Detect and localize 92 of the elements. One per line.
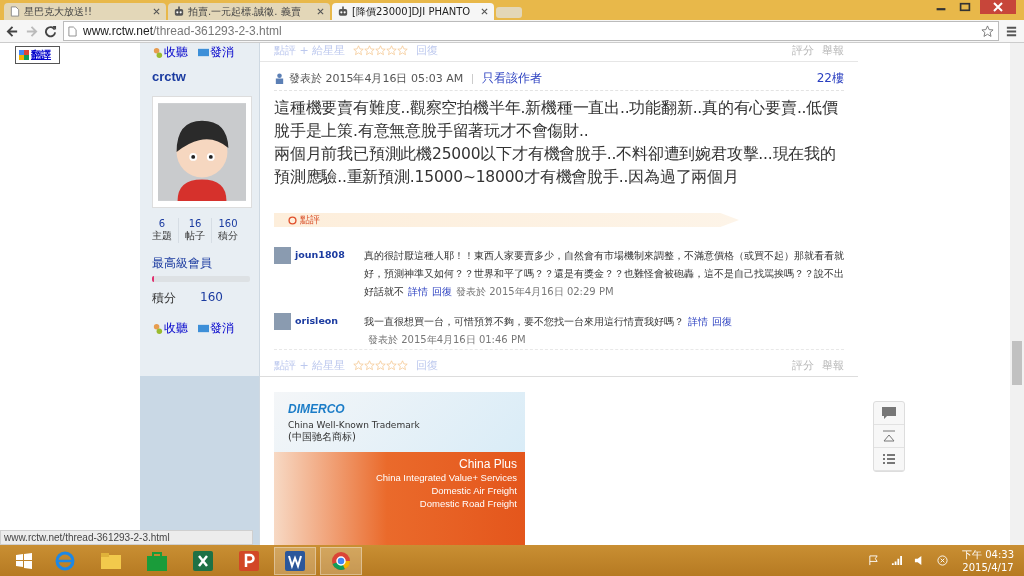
comment-text: 我一直很想買一台，可惜預算不夠，要不您找一台來用這行情賣我好嗎？ 詳情 回復 發表於 2015年4月16日 01:46 PM xyxy=(364,315,733,347)
ad-text: Domestic Road Freight xyxy=(419,497,517,510)
robot-icon xyxy=(174,6,184,17)
comment-text: 真的很討厭這種人耶！！東西人家要賣多少，自然會有市場機制來調整，不滿意價格（或買不起）那就看看就好，預測神準又如何？？世界和平了嗎？？還是有獎金？？也難怪會被砲轟，這不是自己找罵挨嗎？？說不出好話就不 詳情 回復 發表於 2015年4月16日 02:29 PM xyxy=(364,249,844,299)
star-icon[interactable] xyxy=(397,45,409,56)
envelope-icon xyxy=(198,323,209,334)
close-icon[interactable] xyxy=(153,8,160,15)
star-icon[interactable] xyxy=(375,45,387,56)
star-icon[interactable] xyxy=(353,360,365,371)
ad-headline: China Plus xyxy=(458,457,517,471)
ad-text: (中国驰名商标) xyxy=(288,431,357,443)
star-icon[interactable] xyxy=(981,24,994,38)
status-url: www.rctw.net/thread-361293-2-3.html xyxy=(0,530,253,545)
star-rating[interactable] xyxy=(353,45,409,56)
signal-icon[interactable] xyxy=(891,555,902,566)
comment-username[interactable]: orisleon xyxy=(295,315,339,326)
stat-label: 主題 xyxy=(152,229,172,243)
follow-link[interactable]: 收聽 xyxy=(152,44,188,61)
reply-link[interactable]: 回復 xyxy=(712,316,732,327)
post-text: 這種機要賣有難度..觀察空拍機半年.新機種一直出..功能翻新..真的有心要賣..低價脫手是上策.有意無意脫手留著玩才不會傷財.. xyxy=(274,98,839,142)
person-icon xyxy=(152,323,163,334)
comment-username[interactable]: joun1808 xyxy=(295,249,345,260)
follow-link[interactable]: 收聽 xyxy=(152,320,188,337)
address-bar[interactable]: www.rctw.net/thread-361293-2-3.html xyxy=(63,21,999,41)
taskbar-app[interactable] xyxy=(320,546,362,575)
folder-icon xyxy=(101,550,121,571)
document-icon xyxy=(193,550,213,571)
close-icon[interactable] xyxy=(978,0,1018,14)
post-date: 發表於 2015年4月16日 05:03 AM xyxy=(289,71,464,86)
author-name[interactable]: crctw xyxy=(152,69,186,84)
ad-text: China Well-Known Trademark xyxy=(288,419,421,431)
close-icon[interactable] xyxy=(317,8,324,15)
stat-label: 帖子 xyxy=(185,229,205,243)
reply-link[interactable]: 回復 xyxy=(432,286,452,297)
browser-tab[interactable]: [降價23000]DJI PHANTO xyxy=(332,3,494,20)
photo-placeholder xyxy=(274,313,291,330)
photo-placeholder xyxy=(274,247,291,264)
browser-tab[interactable]: 星巴克大放送!! xyxy=(4,3,166,20)
back-icon[interactable] xyxy=(6,24,19,38)
ad-text: China Integrated Value+ Services xyxy=(375,471,517,484)
ad-text: Domestic Air Freight xyxy=(431,484,517,497)
shopping-bag-icon xyxy=(147,550,167,571)
page-icon xyxy=(68,25,77,37)
speech-bubble-icon xyxy=(882,407,896,419)
stat-label: 積分 xyxy=(218,229,238,243)
document-icon xyxy=(285,550,305,571)
person-icon xyxy=(274,73,285,84)
person-icon xyxy=(152,47,163,58)
star-icon[interactable] xyxy=(364,360,376,371)
stat-value[interactable]: 6 xyxy=(158,218,166,229)
stat-value[interactable]: 16 xyxy=(188,218,202,229)
translate-button[interactable]: 翻譯 xyxy=(15,46,60,64)
floor-number[interactable]: 22樓 xyxy=(816,70,844,87)
points-value[interactable]: 160 xyxy=(200,290,223,307)
star-icon[interactable] xyxy=(364,45,376,56)
flag-icon[interactable] xyxy=(868,555,879,566)
envelope-icon xyxy=(198,47,209,58)
rank-link[interactable]: 最高級會員 xyxy=(152,255,212,272)
post-text: 兩個月前我已預測此機25000以下才有機會脫手..不料卻遭到婉君攻擊...現在我的預測應驗..重新預測.15000~18000才有機會脫手..因為過了兩個月 xyxy=(274,144,837,188)
comment-time: 發表於 2015年4月16日 01:46 PM xyxy=(368,334,526,345)
back-to-top-icon xyxy=(882,430,896,442)
message-link[interactable]: 發消 xyxy=(198,320,234,337)
robot-icon xyxy=(338,6,348,17)
comments-label: 點評 xyxy=(300,213,320,227)
document-icon xyxy=(239,550,259,571)
taskbar-app[interactable] xyxy=(274,546,316,575)
e-logo-icon xyxy=(55,550,75,571)
menu-icon[interactable] xyxy=(1005,24,1018,38)
reload-icon[interactable] xyxy=(44,24,57,38)
circle-logo-icon xyxy=(331,550,351,571)
scrollbar[interactable] xyxy=(1010,43,1024,545)
author-only-link[interactable]: 只看該作者 xyxy=(482,70,543,87)
points-label: 積分 xyxy=(152,290,176,307)
comment-time: 發表於 2015年4月16日 02:29 PM xyxy=(456,286,614,297)
detail-link[interactable]: 詳情 xyxy=(408,286,428,297)
browser-tab[interactable]: 拍賣.一元起標.誠徵. 義賣 xyxy=(168,3,330,20)
stat-value[interactable]: 160 xyxy=(218,218,238,229)
page-icon xyxy=(10,6,20,17)
star-icon[interactable] xyxy=(386,360,398,371)
star-rating[interactable] xyxy=(353,360,409,371)
forward-icon[interactable] xyxy=(25,24,38,38)
list-icon xyxy=(882,453,896,465)
message-link[interactable]: 發消 xyxy=(198,44,234,61)
star-icon[interactable] xyxy=(353,45,365,56)
star-icon[interactable] xyxy=(397,360,409,371)
close-icon[interactable] xyxy=(481,8,488,15)
translate-icon xyxy=(19,49,29,61)
star-icon[interactable] xyxy=(375,360,387,371)
detail-link[interactable]: 詳情 xyxy=(688,316,708,327)
ad-logo: DIMERCO xyxy=(288,402,346,416)
circle-icon xyxy=(288,215,297,225)
star-icon[interactable] xyxy=(386,45,398,56)
